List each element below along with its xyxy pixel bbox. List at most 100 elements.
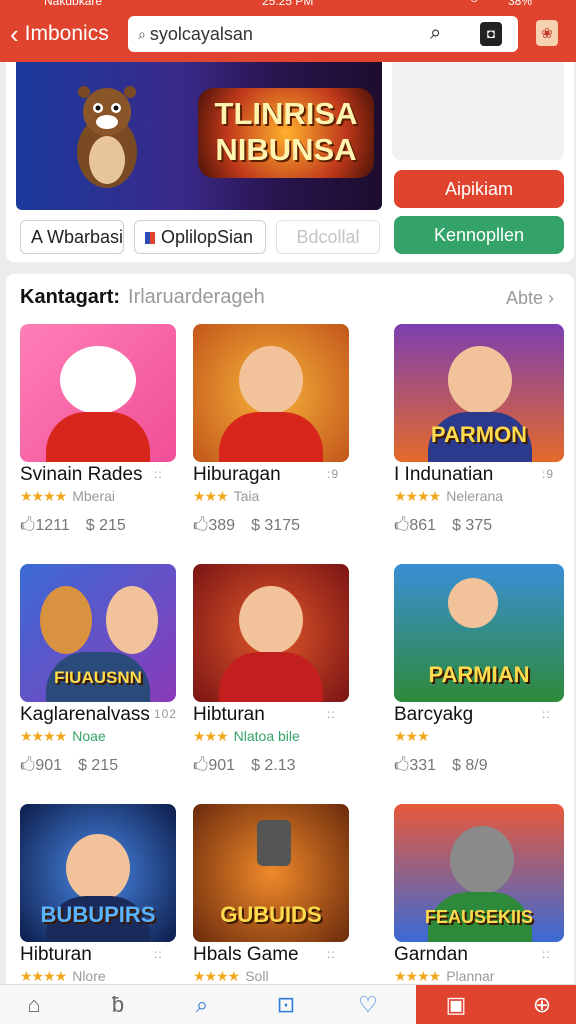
game-stats: 🖒1211 $ 215 (20, 514, 142, 541)
filter-chip-1[interactable]: A Wbarbasi (20, 220, 124, 254)
filter-chip-2-label: OplilopSian (161, 227, 254, 247)
carrier-label: Nakdbkare (44, 0, 103, 8)
likes-count: 🖒901 (193, 757, 236, 774)
more-options-icon[interactable]: 102 (154, 707, 177, 721)
section-heading: Kantagart: Irlaruarderageh (20, 286, 265, 309)
more-options-icon[interactable]: :: (154, 947, 163, 961)
bookmark-icon[interactable]: ƀ (104, 991, 132, 1019)
camera-icon[interactable]: ◘ (480, 22, 502, 46)
game-thumbnail: PARMON (394, 324, 564, 462)
game-title: Barcyakg (394, 704, 474, 725)
see-more-link[interactable]: Abte › (506, 288, 554, 309)
banner-logo: TLINRISA NIBUNSA (198, 88, 374, 178)
game-rating: ★★★ (394, 728, 435, 745)
star-rating-icon: ★★★★ (394, 488, 441, 504)
filter-chip-2[interactable]: OplilopSian (134, 220, 266, 254)
game-stats: 🖒389 $ 3175 (193, 514, 316, 541)
star-rating-icon: ★★★ (193, 488, 229, 504)
game-thumbnail: GUBUIDS (193, 804, 349, 942)
game-thumbnail: FIUAUSNN (20, 564, 176, 702)
bottom-navigation: ⌂ ƀ ⌕ ⊡ ♡ ▣ ⊕ (0, 984, 576, 1024)
game-rating: ★★★ Taia (193, 488, 259, 505)
back-label: Imbonics (24, 22, 109, 45)
likes-count: 🖒861 (394, 517, 437, 534)
back-button[interactable]: ‹ Imbonics (10, 18, 109, 50)
game-logo-text: GUBUIDS (220, 902, 322, 927)
search-nav-icon[interactable]: ⌕ (188, 991, 216, 1019)
featured-banner[interactable]: TLINRISA NIBUNSA (16, 62, 382, 210)
star-rating-icon: ★★★ (193, 728, 229, 744)
more-options-icon[interactable]: :: (327, 707, 336, 721)
more-options-icon[interactable]: :: (542, 947, 551, 961)
likes-count: 🖒1211 (20, 517, 70, 534)
clock: 25:25 PM (262, 0, 314, 8)
game-logo-text: PARMON (430, 422, 528, 447)
game-section: Kantagart: Irlaruarderageh Abte › Svinain… (6, 274, 574, 984)
coins-count: $ 215 (85, 517, 126, 534)
flag-icon (145, 232, 155, 244)
wallet-icon[interactable]: ▣ (442, 991, 470, 1019)
star-rating-icon: ★★★ (394, 728, 430, 744)
battery-label: 38% (508, 0, 533, 8)
star-rating-icon: ★★★★ (20, 968, 67, 984)
game-stats: 🖒901 $ 215 (20, 754, 134, 781)
game-stats: 🖒901 $ 2.13 (193, 754, 312, 781)
heart-icon[interactable]: ♡ (354, 991, 382, 1019)
gift-box-icon[interactable]: ⊡ (272, 991, 300, 1019)
game-logo-text: PARMIAN (428, 662, 530, 687)
game-thumbnail (193, 324, 349, 462)
game-title: Garndan (394, 944, 468, 965)
filter-chip-3[interactable]: Bdcollal (276, 220, 380, 254)
game-rating: ★★★ Nlatoa bile (193, 728, 300, 745)
more-options-icon[interactable]: :9 (542, 467, 554, 481)
game-rating: ★★★★ Mberai (20, 488, 115, 505)
game-thumbnail (20, 324, 176, 462)
more-options-icon[interactable]: :: (542, 707, 551, 721)
game-thumbnail: FEAUSEKIIS (394, 804, 564, 942)
coins-count: $ 2.13 (251, 757, 296, 774)
rating-label: Nlore (72, 968, 106, 984)
rating-label: Nelerana (446, 488, 504, 504)
search-input[interactable] (149, 23, 415, 45)
search-small-icon: ⌕ (138, 25, 146, 42)
game-title: Hiburagan (193, 464, 281, 485)
star-rating-icon: ★★★★ (394, 968, 441, 984)
primary-action-button[interactable]: Aipikiam (394, 170, 564, 208)
more-options-icon[interactable]: :: (327, 947, 336, 961)
coins-count: $ 3175 (251, 517, 300, 534)
coins-count: $ 8/9 (452, 757, 488, 774)
beaver-mascot-icon (77, 86, 137, 188)
likes-count: 🖒901 (20, 757, 63, 774)
profile-search-icon[interactable]: ⊕ (528, 991, 556, 1019)
game-rating: ★★★★ Plannar (394, 968, 494, 985)
see-more-label: Abte (506, 288, 544, 308)
rating-label: Mberai (72, 488, 115, 504)
secondary-action-button[interactable]: Kennopllen (394, 216, 564, 254)
coins-count: $ 375 (452, 517, 493, 534)
game-rating: ★★★★ Soll (193, 968, 269, 985)
game-title: I Indunatian (394, 464, 494, 485)
ad-placeholder (392, 62, 564, 160)
app-header: Nakdbkare ◠ 25:25 PM ⊙ 38% ‹ Imbonics ⌕ … (0, 0, 576, 62)
game-title: Kaglarenalvass (20, 704, 150, 725)
game-thumbnail (193, 564, 349, 702)
rating-label: Soll (245, 968, 269, 984)
gift-icon[interactable]: ❀ (536, 20, 558, 46)
more-options-icon[interactable]: :9 (327, 467, 339, 481)
home-icon[interactable]: ⌂ (20, 991, 48, 1019)
search-bar[interactable]: ⌕ ⌕ ◘ (128, 16, 518, 52)
likes-count: 🖒331 (394, 757, 437, 774)
section-subtitle: Irlaruarderageh (128, 286, 265, 308)
game-title: Svinain Rades (20, 464, 143, 485)
game-logo-text: BUBUPIRS (40, 902, 156, 927)
game-rating: ★★★★ Noae (20, 728, 106, 745)
game-logo-text: FEAUSEKIIS (424, 907, 534, 927)
rating-label: Noae (72, 728, 106, 744)
search-icon[interactable]: ⌕ (430, 22, 441, 45)
rating-label: Nlatoa bile (233, 728, 300, 744)
game-stats: 🖒331 $ 8/9 (394, 754, 504, 781)
game-title: Hibturan (193, 704, 265, 725)
chevron-left-icon: ‹ (10, 19, 19, 49)
star-rating-icon: ★★★★ (193, 968, 240, 984)
more-options-icon[interactable]: :: (154, 467, 163, 481)
